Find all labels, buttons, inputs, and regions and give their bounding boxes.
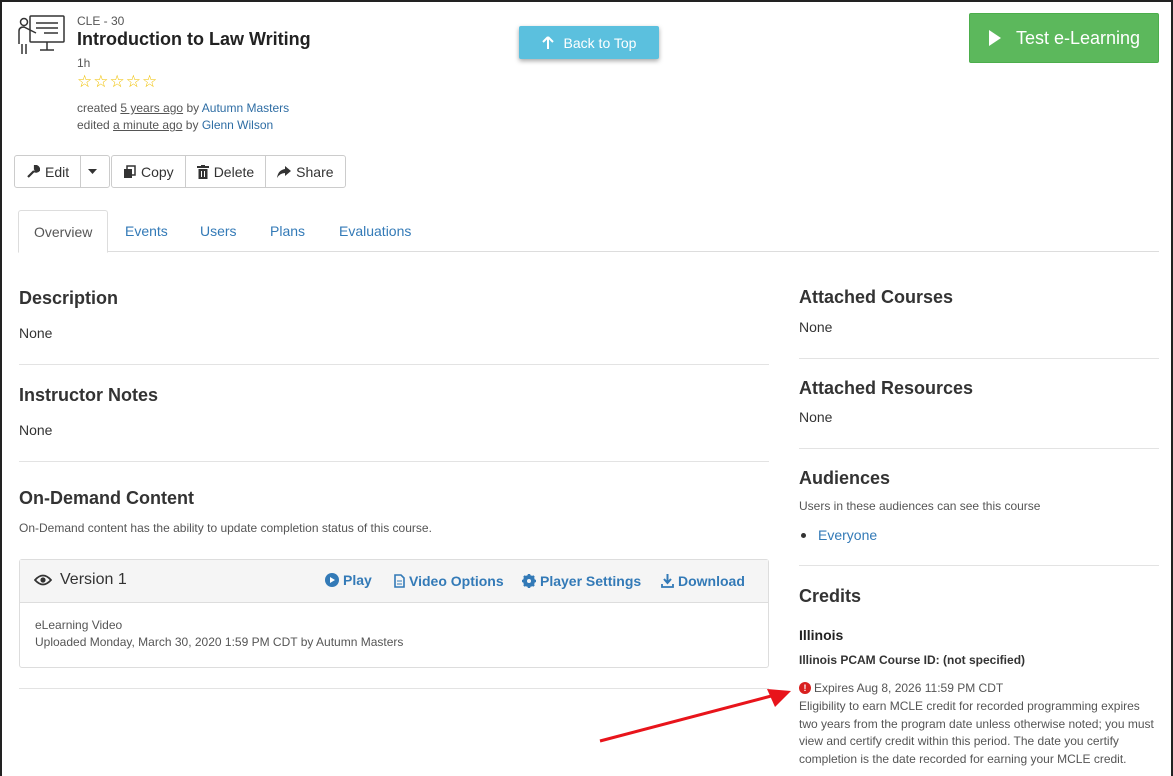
on-demand-description: On-Demand content has the ability to upd… (19, 521, 432, 535)
editor-link[interactable]: Glenn Wilson (202, 118, 273, 132)
back-to-top-button[interactable]: Back to Top (519, 26, 659, 59)
player-settings-link[interactable]: Player Settings (522, 573, 641, 589)
share-icon (277, 165, 292, 178)
course-code: CLE - 30 (77, 14, 125, 28)
audiences-heading: Audiences (799, 468, 891, 488)
eye-icon (34, 574, 52, 586)
divider (799, 565, 1159, 566)
copy-icon (124, 164, 136, 178)
attached-resources-heading: Attached Resources (799, 378, 974, 398)
course-title: Introduction to Law Writing (77, 29, 311, 49)
play-link[interactable]: Play (325, 572, 372, 588)
version-type: eLearning Video (35, 618, 123, 632)
edit-button-group: Edit (14, 155, 111, 188)
video-options-link[interactable]: Video Options (394, 573, 504, 589)
on-demand-heading: On-Demand Content (19, 488, 194, 508)
audiences-description: Users in these audiences can see this co… (799, 499, 1041, 513)
wrench-icon (27, 164, 40, 178)
version-upload-info: Uploaded Monday, March 30, 2020 1:59 PM … (35, 635, 404, 649)
annotation-arrow-icon (599, 689, 791, 743)
course-duration: 1h (77, 56, 91, 70)
attached-courses-heading: Attached Courses (799, 287, 954, 307)
tab-bar: Overview Events Users Plans Evaluations (18, 210, 1159, 253)
actions-button-group: Copy Delete Share (111, 155, 346, 188)
credit-course-id: Illinois PCAM Course ID: (not specified) (799, 653, 1026, 667)
play-icon (988, 30, 1001, 46)
tab-evaluations[interactable]: Evaluations (324, 210, 426, 252)
divider (799, 448, 1159, 449)
play-circle-icon (325, 573, 339, 587)
share-button[interactable]: Share (266, 156, 344, 187)
trash-icon (196, 164, 209, 179)
test-elearning-button[interactable]: Test e-Learning (969, 13, 1159, 63)
instructor-notes-value: None (19, 422, 53, 438)
gear-icon (522, 574, 536, 588)
edited-time: a minute ago (113, 118, 183, 132)
created-time: 5 years ago (120, 101, 184, 115)
download-link[interactable]: Download (661, 573, 745, 589)
credit-expiration: Expires Aug 8, 2026 11:59 PM CDT (814, 681, 1004, 695)
list-bullet (801, 533, 806, 538)
created-info: created 5 years ago by Autumn Masters (77, 101, 290, 115)
course-presentation-icon (16, 14, 68, 54)
divider (799, 358, 1159, 359)
delete-button[interactable]: Delete (186, 156, 267, 187)
tab-overview[interactable]: Overview (18, 210, 109, 253)
instructor-notes-heading: Instructor Notes (19, 385, 159, 405)
description-heading: Description (19, 288, 119, 308)
divider (19, 461, 769, 462)
attached-courses-value: None (799, 319, 833, 335)
tab-plans[interactable]: Plans (255, 210, 320, 252)
rating-stars[interactable]: ☆☆☆☆☆ (77, 72, 158, 92)
edit-dropdown-toggle[interactable] (81, 156, 109, 187)
version-title: Version 1 (34, 571, 127, 589)
file-icon (394, 574, 405, 588)
edit-button[interactable]: Edit (15, 156, 82, 187)
credit-eligibility-note: Eligibility to earn MCLE credit for reco… (799, 699, 1154, 766)
caret-down-icon (88, 169, 98, 174)
arrow-up-icon (541, 35, 554, 49)
download-icon (661, 574, 674, 588)
copy-button[interactable]: Copy (112, 156, 186, 187)
version-panel-header: Version 1 Play Video Options Player Sett… (20, 560, 768, 603)
creator-link[interactable]: Autumn Masters (202, 101, 289, 115)
credits-heading: Credits (799, 586, 862, 606)
divider (19, 364, 769, 365)
version-panel: Version 1 Play Video Options Player Sett… (19, 559, 769, 668)
description-value: None (19, 325, 53, 341)
edited-info: edited a minute ago by Glenn Wilson (77, 118, 274, 132)
tab-events[interactable]: Events (110, 210, 183, 252)
audience-everyone-link[interactable]: Everyone (818, 527, 877, 543)
credit-state: Illinois (799, 627, 844, 643)
exclamation-icon: ! (799, 682, 811, 694)
attached-resources-value: None (799, 409, 833, 425)
tab-users[interactable]: Users (185, 210, 252, 252)
